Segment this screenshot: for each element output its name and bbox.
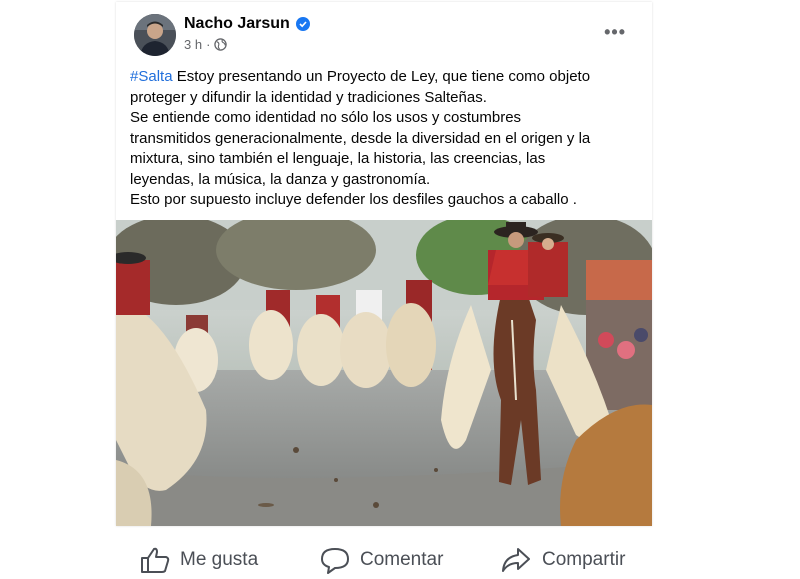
comment-button[interactable]: Comentar — [320, 546, 443, 574]
like-button[interactable]: Me gusta — [140, 546, 258, 574]
post-text-line: Se entiende como identidad no sólo los u… — [130, 109, 522, 126]
post-text-line: transmitidos generacionalmente, desde la… — [130, 129, 591, 147]
post-text-line: proteger y difundir la identidad y tradi… — [130, 88, 487, 106]
thumbs-up-icon — [141, 547, 170, 573]
post-actions-bar: Me gusta Comentar Compartir — [0, 538, 800, 578]
post-text: #Salta Estoy presentando un Proyecto de … — [130, 67, 645, 211]
like-label: Me gusta — [180, 549, 259, 570]
post-time[interactable]: 3 h — [184, 37, 202, 52]
verified-badge-icon — [295, 17, 310, 31]
post-card: Nacho Jarsun 3 h · ••• #Salta Estoy pres… — [116, 2, 652, 526]
avatar[interactable] — [134, 14, 176, 56]
comment-label: Comentar — [360, 549, 444, 570]
more-options-icon[interactable]: ••• — [604, 22, 626, 43]
post-text-line: leyendas, la música, la danza y gastrono… — [130, 170, 431, 188]
separator-dot: · — [206, 37, 211, 52]
post-text-line: Estoy presentando un Proyecto de Ley, qu… — [172, 68, 591, 85]
hashtag-link[interactable]: #Salta — [130, 68, 173, 85]
comment-icon — [321, 548, 349, 574]
share-icon — [502, 548, 530, 572]
post-text-line: Esto por supuesto incluye defender los d… — [130, 191, 577, 208]
post-photo[interactable] — [116, 220, 652, 526]
share-button[interactable]: Compartir — [500, 546, 625, 574]
author-name[interactable]: Nacho Jarsun — [184, 15, 310, 33]
author-name-label[interactable]: Nacho Jarsun — [184, 15, 290, 33]
post-text-line: mixtura, sino también el lenguaje, la hi… — [130, 150, 546, 167]
post-meta: 3 h · — [184, 37, 228, 52]
globe-icon[interactable] — [214, 38, 228, 51]
share-label: Compartir — [542, 549, 626, 570]
